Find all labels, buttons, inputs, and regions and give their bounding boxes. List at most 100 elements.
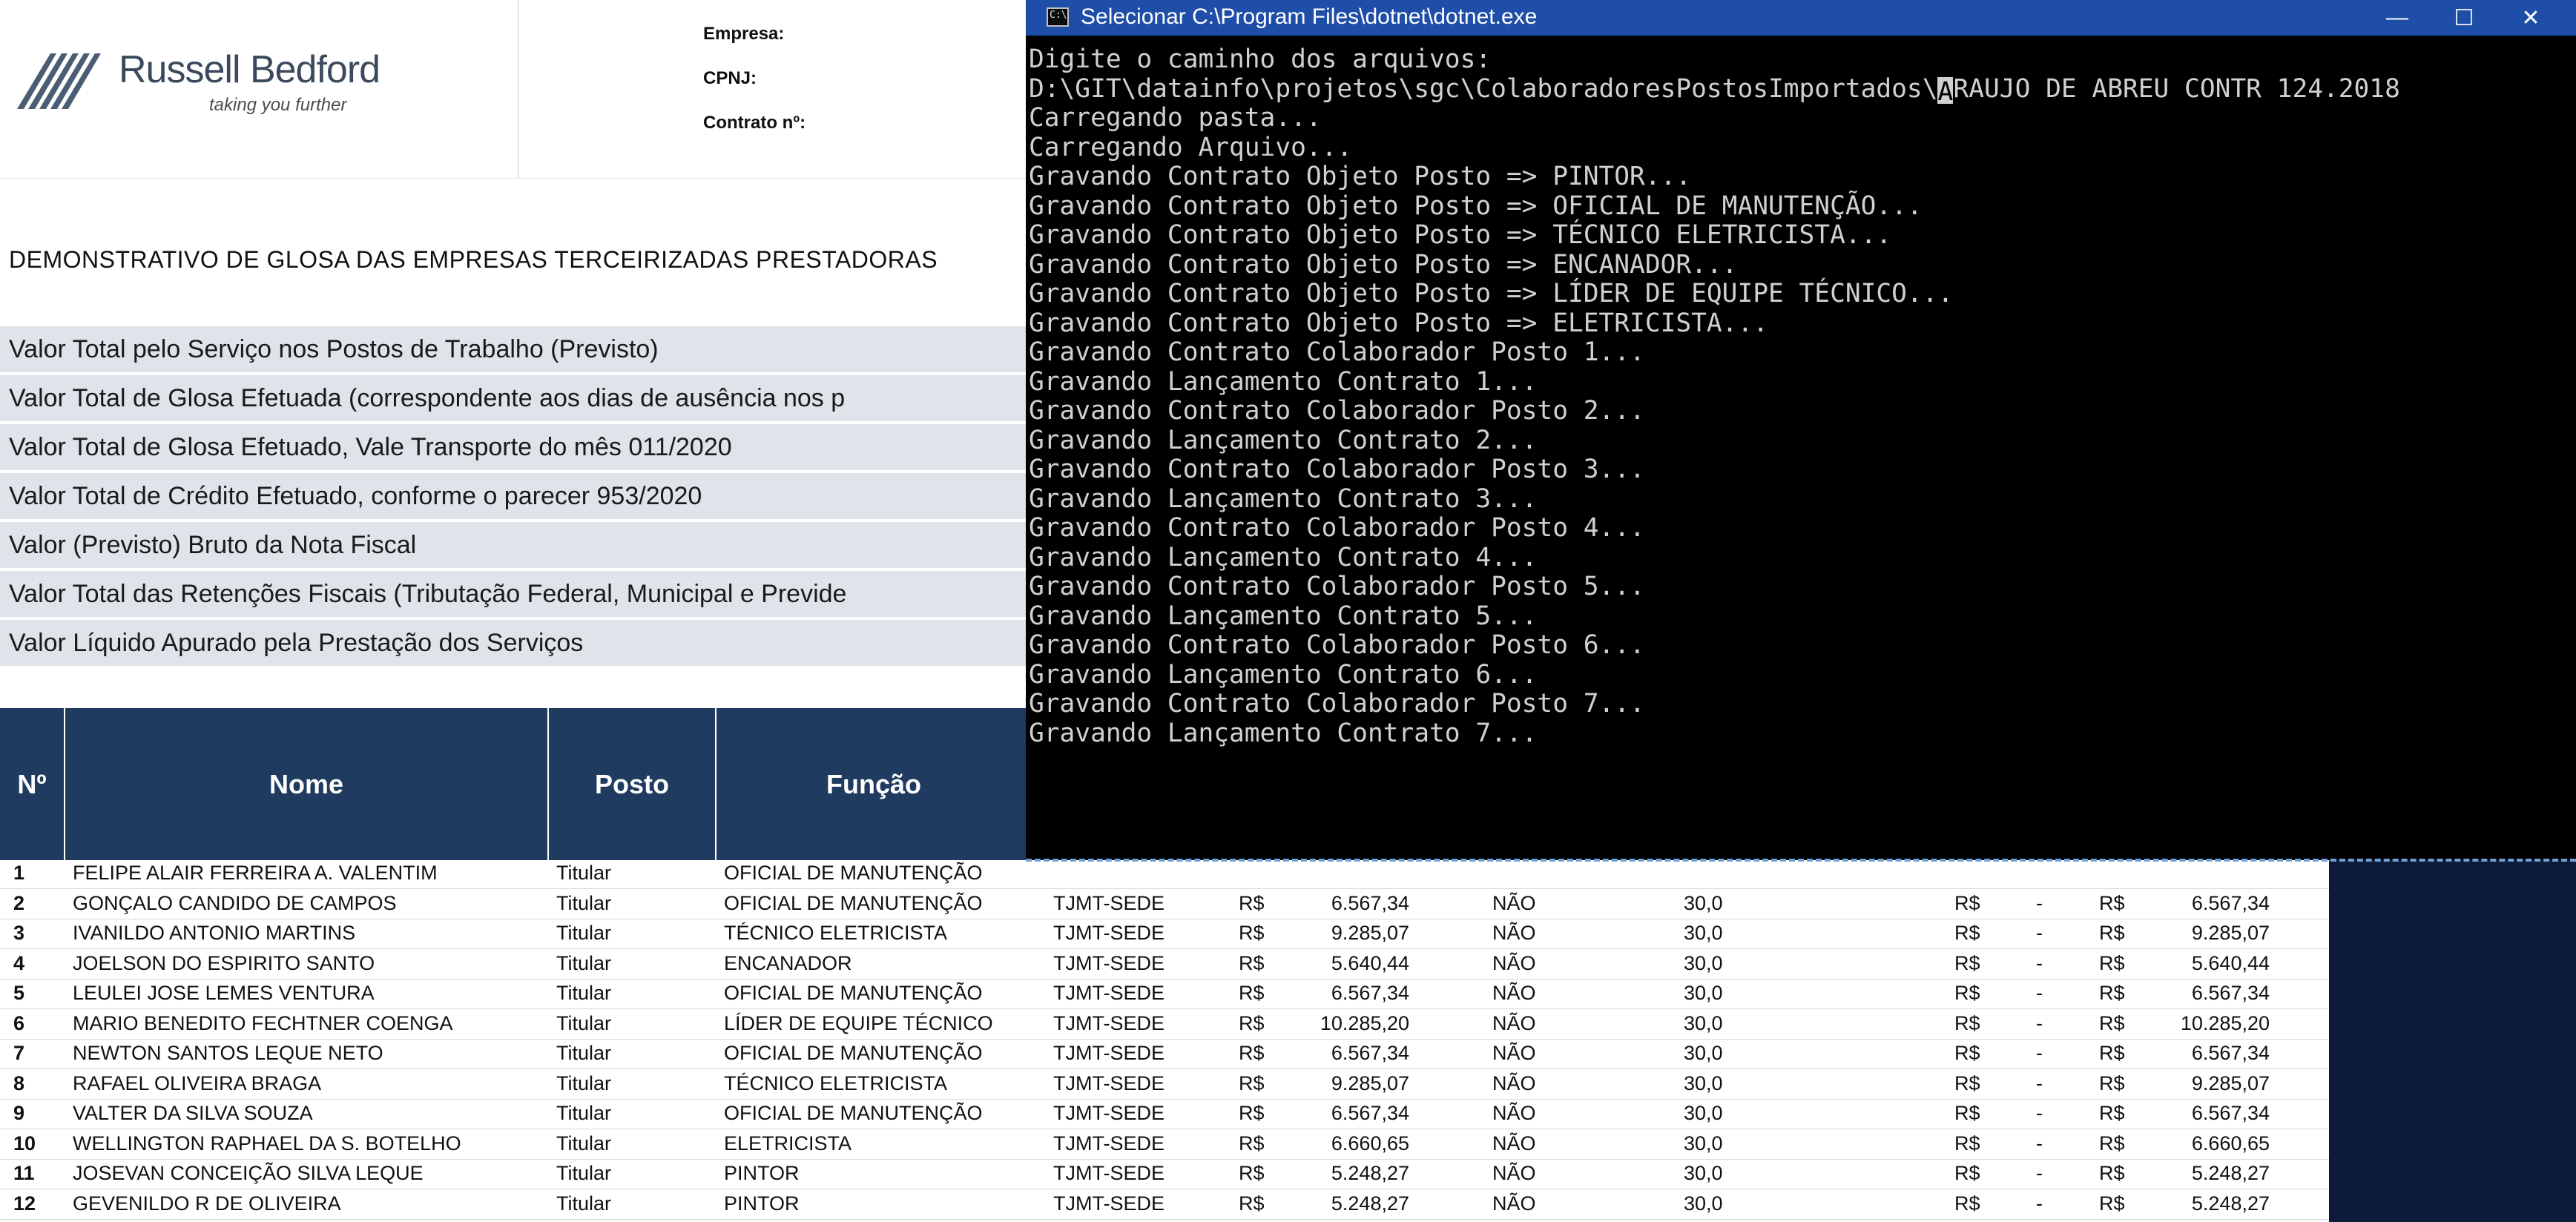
cell-desconto[interactable]: -: [2036, 952, 2043, 975]
console-window[interactable]: Selecionar C:\Program Files\dotnet\dotne…: [1026, 0, 2576, 860]
table-row[interactable]: 8 RAFAEL OLIVEIRA BRAGA Titular TÉCNICO ELE…: [0, 1071, 2329, 1100]
cell-posto[interactable]: Titular: [556, 1042, 611, 1065]
cell-currency[interactable]: R$: [1954, 952, 1980, 975]
cell-total[interactable]: 6.567,34: [2144, 1042, 2270, 1065]
cell-currency[interactable]: R$: [2099, 922, 2125, 945]
summary-row[interactable]: Valor Líquido Apurado pela Prestação dos…: [0, 620, 1031, 669]
cell-nome[interactable]: LEULEI JOSE LEMES VENTURA: [73, 982, 375, 1005]
cell-local[interactable]: TJMT-SEDE: [1053, 982, 1165, 1005]
cell-currency[interactable]: R$: [2099, 892, 2125, 915]
column-header-funcao[interactable]: Função: [717, 708, 1031, 860]
cell-desconto[interactable]: -: [2036, 1012, 2043, 1035]
summary-row[interactable]: Valor Total de Glosa Efetuada (correspon…: [0, 375, 1031, 424]
cell-desconto[interactable]: -: [2036, 1162, 2043, 1185]
cell-total[interactable]: 5.248,27: [2144, 1192, 2270, 1215]
cell-currency[interactable]: R$: [1239, 922, 1265, 945]
cell-currency[interactable]: R$: [1239, 1042, 1265, 1065]
cell-posto[interactable]: Titular: [556, 1072, 611, 1095]
cell-funcao[interactable]: OFICIAL DE MANUTENÇÃO: [724, 982, 983, 1005]
cell-funcao[interactable]: OFICIAL DE MANUTENÇÃO: [724, 892, 983, 915]
cell-currency[interactable]: R$: [2099, 1102, 2125, 1125]
cell-dias[interactable]: 30,0: [1684, 1102, 1723, 1125]
summary-row[interactable]: Valor Total das Retenções Fiscais (Tribu…: [0, 571, 1031, 620]
cell-total[interactable]: 5.640,44: [2144, 952, 2270, 975]
cell-funcao[interactable]: PINTOR: [724, 1162, 800, 1185]
cell-nome[interactable]: JOSEVAN CONCEIÇÃO SILVA LEQUE: [73, 1162, 424, 1185]
cell-valor[interactable]: 6.660,65: [1283, 1132, 1409, 1155]
cell-currency[interactable]: R$: [1954, 1132, 1980, 1155]
table-row[interactable]: 10 WELLINGTON RAPHAEL DA S. BOTELHO Titula…: [0, 1131, 2329, 1160]
cell-total[interactable]: 10.285,20: [2144, 1012, 2270, 1035]
table-row[interactable]: 5 LEULEI JOSE LEMES VENTURA Titular OFICIAL…: [0, 980, 2329, 1009]
cell-valor[interactable]: 6.567,34: [1283, 1102, 1409, 1125]
cell-posto[interactable]: Titular: [556, 1192, 611, 1215]
cell-numero[interactable]: 3: [13, 922, 24, 945]
cell-dias[interactable]: 30,0: [1684, 952, 1723, 975]
cell-nome[interactable]: MARIO BENEDITO FECHTNER COENGA: [73, 1012, 453, 1035]
summary-row[interactable]: Valor (Previsto) Bruto da Nota Fiscal: [0, 522, 1031, 571]
cell-nao[interactable]: NÃO: [1492, 1012, 1536, 1035]
cell-numero[interactable]: 10: [13, 1132, 36, 1155]
cell-currency[interactable]: R$: [1239, 1192, 1265, 1215]
cell-numero[interactable]: 6: [13, 1012, 24, 1035]
cell-nao[interactable]: NÃO: [1492, 1132, 1536, 1155]
cell-funcao[interactable]: TÉCNICO ELETRICISTA: [724, 1072, 947, 1095]
cell-desconto[interactable]: -: [2036, 1102, 2043, 1125]
cell-nome[interactable]: NEWTON SANTOS LEQUE NETO: [73, 1042, 383, 1065]
cell-local[interactable]: TJMT-SEDE: [1053, 1072, 1165, 1095]
cell-currency[interactable]: R$: [1954, 982, 1980, 1005]
cell-currency[interactable]: R$: [2099, 982, 2125, 1005]
cell-nao[interactable]: NÃO: [1492, 892, 1536, 915]
summary-row[interactable]: Valor Total de Glosa Efetuado, Vale Tran…: [0, 424, 1031, 473]
cell-funcao[interactable]: OFICIAL DE MANUTENÇÃO: [724, 1102, 983, 1125]
cell-dias[interactable]: 30,0: [1684, 892, 1723, 915]
cell-funcao[interactable]: LÍDER DE EQUIPE TÉCNICO: [724, 1012, 993, 1035]
cell-posto[interactable]: Titular: [556, 1102, 611, 1125]
cell-currency[interactable]: R$: [2099, 1072, 2125, 1095]
cell-currency[interactable]: R$: [1239, 952, 1265, 975]
table-row[interactable]: 9 VALTER DA SILVA SOUZA Titular OFICIAL DE …: [0, 1100, 2329, 1129]
cell-total[interactable]: 6.660,65: [2144, 1132, 2270, 1155]
cell-local[interactable]: TJMT-SEDE: [1053, 1162, 1165, 1185]
cell-total[interactable]: 9.285,07: [2144, 922, 2270, 945]
cell-dias[interactable]: 30,0: [1684, 922, 1723, 945]
cell-posto[interactable]: Titular: [556, 892, 611, 915]
cell-local[interactable]: TJMT-SEDE: [1053, 1192, 1165, 1215]
cell-numero[interactable]: 9: [13, 1102, 24, 1125]
cell-desconto[interactable]: -: [2036, 922, 2043, 945]
cell-dias[interactable]: 30,0: [1684, 982, 1723, 1005]
cell-nao[interactable]: NÃO: [1492, 982, 1536, 1005]
cell-posto[interactable]: Titular: [556, 982, 611, 1005]
console-titlebar[interactable]: Selecionar C:\Program Files\dotnet\dotne…: [1026, 0, 2576, 36]
cell-numero[interactable]: 7: [13, 1042, 24, 1065]
cell-currency[interactable]: R$: [1954, 1012, 1980, 1035]
cell-numero[interactable]: 11: [13, 1162, 35, 1185]
cell-currency[interactable]: R$: [2099, 1012, 2125, 1035]
cell-nome[interactable]: JOELSON DO ESPIRITO SANTO: [73, 952, 375, 975]
cell-currency[interactable]: R$: [1954, 1072, 1980, 1095]
cell-total[interactable]: 5.248,27: [2144, 1162, 2270, 1185]
cell-desconto[interactable]: -: [2036, 892, 2043, 915]
cell-currency[interactable]: R$: [1239, 982, 1265, 1005]
cell-local[interactable]: TJMT-SEDE: [1053, 892, 1165, 915]
cell-currency[interactable]: R$: [1954, 922, 1980, 945]
cell-total[interactable]: 6.567,34: [2144, 1102, 2270, 1125]
cell-local[interactable]: TJMT-SEDE: [1053, 952, 1165, 975]
cell-currency[interactable]: R$: [1239, 892, 1265, 915]
cell-local[interactable]: TJMT-SEDE: [1053, 922, 1165, 945]
cell-posto[interactable]: Titular: [556, 1132, 611, 1155]
cell-total[interactable]: 6.567,34: [2144, 892, 2270, 915]
column-header-posto[interactable]: Posto: [549, 708, 717, 860]
table-row[interactable]: 11 JOSEVAN CONCEIÇÃO SILVA LEQUE Titular PI…: [0, 1160, 2329, 1189]
column-header-numero[interactable]: Nº: [0, 708, 65, 860]
cell-funcao[interactable]: TÉCNICO ELETRICISTA: [724, 922, 947, 945]
table-row[interactable]: 7 NEWTON SANTOS LEQUE NETO Titular OFICIAL …: [0, 1040, 2329, 1069]
cell-currency[interactable]: R$: [1239, 1072, 1265, 1095]
cell-currency[interactable]: R$: [1954, 1192, 1980, 1215]
summary-row[interactable]: Valor Total de Crédito Efetuado, conform…: [0, 473, 1031, 522]
cell-nao[interactable]: NÃO: [1492, 1162, 1536, 1185]
cell-dias[interactable]: 30,0: [1684, 1042, 1723, 1065]
cell-currency[interactable]: R$: [1239, 1012, 1265, 1035]
console-app-icon[interactable]: [1047, 7, 1069, 27]
cell-dias[interactable]: 30,0: [1684, 1012, 1723, 1035]
